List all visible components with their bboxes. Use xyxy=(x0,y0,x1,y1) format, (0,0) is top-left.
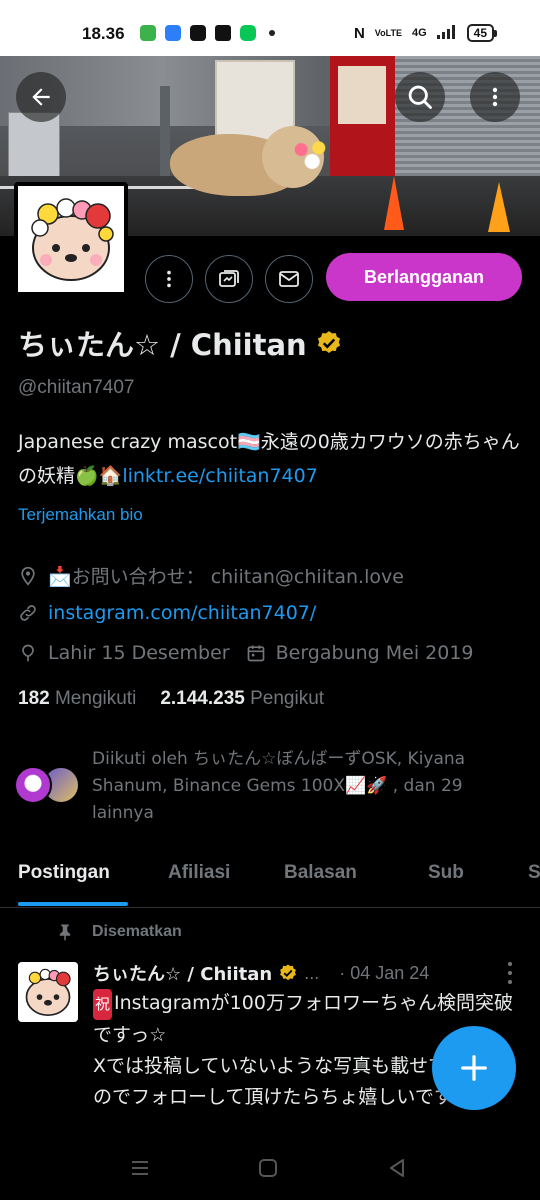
avatar xyxy=(14,766,52,804)
status-right: N VoLTE 4G 45 xyxy=(353,24,498,42)
line-icon xyxy=(240,25,256,41)
tiktok-icon xyxy=(215,25,231,41)
post-author-ellipsis: ... xyxy=(304,962,320,983)
contact-row: 📩お問い合わせ： chiitan@chiitan.love xyxy=(18,562,404,589)
verified-badge-icon xyxy=(280,964,297,981)
joined-text: Bergabung Mei 2019 xyxy=(275,642,474,664)
post-date[interactable]: · 04 Jan 24 xyxy=(339,963,429,984)
banner-traffic-cone xyxy=(384,176,404,230)
battery-icon: 45 xyxy=(466,24,498,42)
followers-count: 2.144.235 xyxy=(160,688,245,709)
volte-label: VoLTE xyxy=(374,28,402,38)
following-stat[interactable]: 182 Mengikuti xyxy=(18,688,136,710)
pinned-label: Disematkan xyxy=(92,923,182,940)
message-button[interactable] xyxy=(265,255,313,303)
post-header: ちぃたん☆ / Chiitan ... · 04 Jan 24 xyxy=(93,960,429,986)
signal-icon xyxy=(436,24,457,42)
following-count: 182 xyxy=(18,688,50,709)
back-arrow-icon xyxy=(32,88,50,106)
tab-partial[interactable]: S xyxy=(528,862,540,884)
celebration-badge: 祝 xyxy=(93,989,113,1020)
display-name-text: ちぃたん☆ / Chiitan xyxy=(18,328,307,362)
active-tab-indicator xyxy=(18,902,128,906)
more-dot xyxy=(508,980,512,984)
banner-pole xyxy=(160,86,170,176)
more-dot xyxy=(508,971,512,975)
status-app-icons xyxy=(140,25,275,41)
profile-tabs: Postingan Afiliasi Balasan Sub S xyxy=(0,852,540,908)
tab-sub[interactable]: Sub xyxy=(428,862,464,884)
tab-balasan[interactable]: Balasan xyxy=(284,862,357,884)
more-dot xyxy=(508,962,512,966)
post-more-button[interactable] xyxy=(500,962,520,984)
bio-link[interactable]: linktr.ee/chiitan7407 xyxy=(122,465,317,487)
pinned-indicator: Disematkan xyxy=(56,922,182,942)
profile-bio: Japanese crazy mascot🏳️‍⚧️永遠の0歳カワウソの赤ちゃん… xyxy=(18,425,523,493)
system-nav-bar xyxy=(0,1136,540,1200)
website-link[interactable]: instagram.com/chiitan7407/ xyxy=(48,602,316,624)
chiitan-avatar-illustration xyxy=(18,962,78,1022)
app-icon-green xyxy=(140,25,156,41)
more-options-button[interactable] xyxy=(470,72,520,122)
tab-afiliasi[interactable]: Afiliasi xyxy=(168,862,230,884)
chiitan-avatar-illustration xyxy=(18,186,124,292)
compose-post-button[interactable] xyxy=(432,1026,516,1110)
pin-icon xyxy=(59,924,71,941)
followed-by-avatars[interactable] xyxy=(14,766,86,804)
website-row: instagram.com/chiitan7407/ xyxy=(18,602,316,624)
following-label: Mengikuti xyxy=(54,688,137,709)
nfc-icon: N xyxy=(353,24,365,42)
more-notifications-dot xyxy=(269,30,275,36)
subscribe-button[interactable]: Berlangganan xyxy=(326,253,522,301)
plus-icon xyxy=(461,1055,487,1081)
post-author-avatar[interactable] xyxy=(18,962,78,1022)
recent-apps-icon[interactable] xyxy=(128,1156,152,1180)
mail-icon xyxy=(279,271,299,287)
birthday-icon xyxy=(18,643,38,663)
back-button[interactable] xyxy=(16,72,66,122)
banner-vending-machine-red xyxy=(330,56,396,176)
dates-row: Lahir 15 Desember Bergabung Mei 2019 xyxy=(18,642,474,664)
more-vert-icon xyxy=(167,270,171,288)
profile-handle: @chiitan7407 xyxy=(18,377,135,398)
link-icon xyxy=(18,603,38,623)
followers-stat[interactable]: 2.144.235 Pengikut xyxy=(160,688,324,710)
verified-badge-icon[interactable] xyxy=(315,329,343,357)
profile-display-name: ちぃたん☆ / Chiitan xyxy=(18,322,343,364)
home-icon[interactable] xyxy=(256,1156,280,1180)
more-vert-icon xyxy=(492,87,498,107)
location-icon xyxy=(18,566,38,586)
banner-traffic-cone xyxy=(488,182,510,232)
followers-label: Pengikut xyxy=(250,688,325,709)
calendar-icon xyxy=(246,643,266,663)
tab-postingan[interactable]: Postingan xyxy=(18,862,110,884)
grok-summary-button[interactable] xyxy=(205,255,253,303)
follow-stats: 182 Mengikuti 2.144.235 Pengikut xyxy=(18,688,324,710)
profile-avatar[interactable] xyxy=(14,182,128,296)
banner-parking-meter xyxy=(8,112,60,186)
app-icon-blue xyxy=(165,25,181,41)
status-bar: 18.36 N VoLTE 4G 45 xyxy=(0,0,540,56)
followed-by-text[interactable]: Diikuti oleh ちぃたん☆ぼんばーずOSK, Kiyana Shanu… xyxy=(92,746,522,827)
banner-mascot-flowers xyxy=(288,136,332,170)
back-nav-icon[interactable] xyxy=(385,1156,409,1180)
capcut-icon xyxy=(190,25,206,41)
dm-message-icon xyxy=(219,270,239,287)
profile-more-button[interactable] xyxy=(145,255,193,303)
network-label: 4G xyxy=(411,27,427,39)
search-button[interactable] xyxy=(395,72,445,122)
post-author-name[interactable]: ちぃたん☆ / Chiitan xyxy=(93,960,272,986)
status-time: 18.36 xyxy=(82,24,125,43)
contact-text: 📩お問い合わせ： chiitan@chiitan.love xyxy=(48,566,404,588)
search-icon xyxy=(408,85,432,109)
birthday-text: Lahir 15 Desember xyxy=(48,642,230,664)
translate-bio-link[interactable]: Terjemahkan bio xyxy=(18,505,143,525)
